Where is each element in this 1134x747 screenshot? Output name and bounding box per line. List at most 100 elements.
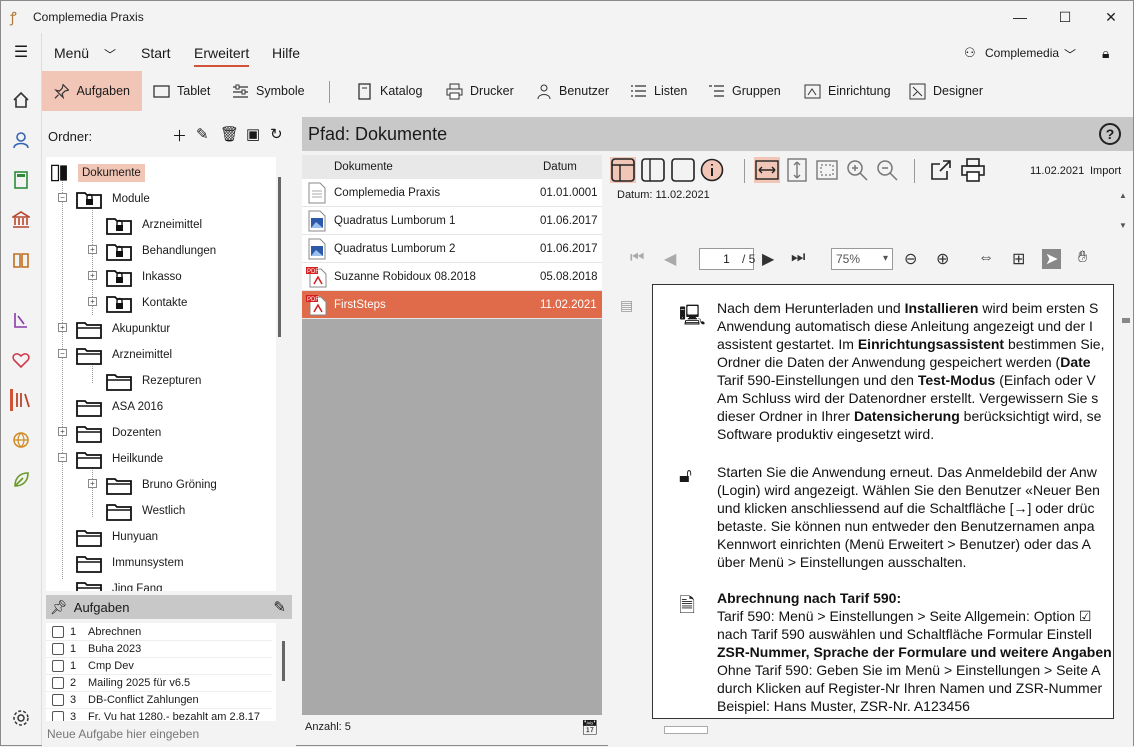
pdf-horizontal-scrollbar[interactable] <box>652 723 1114 737</box>
tree-node-dozenten[interactable]: Dozenten <box>76 423 165 443</box>
list-item[interactable]: 1 Abrechnen <box>46 624 272 641</box>
table-row[interactable]: PDF Suzanne Robidoux 08.2018 05.08.2018 <box>302 263 602 291</box>
listen-button[interactable]: Listen <box>630 71 687 111</box>
table-row[interactable]: Quadratus Lumborum 2 01.06.2017 <box>302 235 602 263</box>
task-checkbox[interactable] <box>52 660 64 672</box>
table-row[interactable]: Complemedia Praxis 01.01.0001 <box>302 179 602 207</box>
tree-node-arzneimittel[interactable]: Arzneimittel <box>76 345 176 365</box>
tree-node-dokumente[interactable]: Dokumente <box>50 163 145 183</box>
fit-width-icon[interactable] <box>754 157 780 183</box>
tree-node-hunyuan[interactable]: Hunyuan <box>76 527 162 547</box>
tree-node-module[interactable]: Module <box>76 189 154 209</box>
info-icon[interactable] <box>699 157 725 183</box>
collapse-toggle[interactable]: − <box>58 349 67 358</box>
fit-height-icon[interactable] <box>784 157 810 183</box>
expand-toggle[interactable]: + <box>88 297 97 306</box>
menu-menue[interactable]: Menü <box>54 45 89 61</box>
task-checkbox[interactable] <box>52 626 64 638</box>
collapse-toggle[interactable]: − <box>58 193 67 202</box>
tree-node-arzneimittel-module[interactable]: Arzneimittel <box>106 215 206 235</box>
collapse-toggle[interactable]: − <box>58 453 67 462</box>
zoom-in-circle-icon[interactable]: ⊕ <box>936 249 949 269</box>
list-item[interactable]: 2 Mailing 2025 für v6.5 <box>46 675 272 692</box>
settings-gear-icon[interactable] <box>10 707 32 729</box>
einrichtung-button[interactable]: Einrichtung <box>804 71 891 111</box>
home-icon[interactable] <box>10 89 32 111</box>
tree-node-westlich[interactable]: Westlich <box>106 501 189 521</box>
table-row[interactable]: Quadratus Lumborum 1 01.06.2017 <box>302 207 602 235</box>
refresh-icon[interactable]: ↻ <box>270 125 283 143</box>
tablet-button[interactable]: Tablet <box>153 71 210 111</box>
leaf-icon[interactable] <box>10 469 32 491</box>
tree-node-heilkunde[interactable]: Heilkunde <box>76 449 167 469</box>
zoom-select[interactable]: 75% ▾ <box>831 248 893 270</box>
gruppen-button[interactable]: Gruppen <box>708 71 781 111</box>
tree-node-kontakte[interactable]: Kontakte <box>106 293 191 313</box>
task-checkbox[interactable] <box>52 711 64 721</box>
task-scrollbar[interactable] <box>282 641 285 681</box>
symbole-button[interactable]: Symbole <box>232 71 305 111</box>
hamburger-menu-icon[interactable]: ☰ <box>10 41 32 63</box>
print-icon[interactable] <box>960 157 986 183</box>
remedy-icon[interactable] <box>10 309 32 331</box>
column-header-date[interactable]: Datum <box>543 161 577 173</box>
task-checkbox[interactable] <box>52 677 64 689</box>
heartbeat-icon[interactable] <box>10 349 32 371</box>
expand-toggle[interactable]: + <box>88 245 97 254</box>
expand-toggle[interactable]: + <box>58 427 67 436</box>
layout-split-icon[interactable] <box>610 157 636 183</box>
new-task-input[interactable]: Neue Aufgabe hier eingeben <box>47 727 199 741</box>
designer-button[interactable]: Designer <box>909 71 983 111</box>
calculator-icon[interactable] <box>10 169 32 191</box>
maximize-button[interactable]: ☐ <box>1042 1 1088 33</box>
open-external-icon[interactable] <box>928 157 954 183</box>
list-item[interactable]: 3 Fr. Vu hat 1280.- bezahlt am 2.8.17 <box>46 709 272 721</box>
fit-page-icon[interactable]: ⊞ <box>1012 249 1025 269</box>
help-icon[interactable]: ? <box>1099 123 1121 145</box>
menu-start[interactable]: Start <box>141 45 171 61</box>
benutzer-button[interactable]: Benutzer <box>535 71 609 111</box>
tree-node-immunsystem[interactable]: Immunsystem <box>76 553 188 573</box>
user-chevron-icon[interactable]: ﹀ <box>1064 46 1076 63</box>
tree-node-akupunktur[interactable]: Akupunktur <box>76 319 174 339</box>
scroll-up-icon[interactable]: ▲ <box>1119 191 1127 200</box>
task-checkbox[interactable] <box>52 643 64 655</box>
user-menu[interactable]: Complemedia <box>985 46 1059 60</box>
add-folder-icon[interactable]: ＋ <box>172 125 187 146</box>
zoom-in-icon[interactable] <box>844 157 870 183</box>
tree-node-asa-2016[interactable]: ASA 2016 <box>76 397 167 417</box>
katalog-button[interactable]: Katalog <box>356 71 422 111</box>
close-button[interactable]: ✕ <box>1088 1 1134 33</box>
trash-icon[interactable]: 🗑︎ <box>220 125 239 143</box>
expand-toggle[interactable]: + <box>88 479 97 488</box>
tree-node-inkasso[interactable]: Inkasso <box>106 267 186 287</box>
tree-node-bruno-groening[interactable]: Bruno Gröning <box>106 475 221 495</box>
edit-pencil-icon[interactable]: ✎ <box>273 598 286 616</box>
pan-hand-icon[interactable]: ✋︎ <box>1078 249 1087 267</box>
scroll-down-icon[interactable]: ▼ <box>1119 221 1127 230</box>
drucker-button[interactable]: Drucker <box>446 71 514 111</box>
table-row-selected[interactable]: PDF FirstSteps 11.02.2021 <box>302 291 602 319</box>
select-cursor-icon[interactable]: ➤ <box>1042 249 1062 269</box>
globe-icon[interactable] <box>10 429 32 451</box>
expand-toggle[interactable]: + <box>88 271 97 280</box>
pin-icon[interactable]: 📌︎ <box>50 599 68 616</box>
tree-node-behandlungen[interactable]: Behandlungen <box>106 241 220 261</box>
drive-icon[interactable]: ▣ <box>246 125 260 143</box>
zoom-out-circle-icon[interactable]: ⊖ <box>904 249 917 269</box>
task-checkbox[interactable] <box>52 694 64 706</box>
import-button[interactable]: Import <box>1090 165 1121 177</box>
first-page-icon[interactable]: ⏮ <box>630 249 644 267</box>
menu-hilfe[interactable]: Hilfe <box>272 45 300 61</box>
bank-icon[interactable] <box>10 209 32 231</box>
layout-single-icon[interactable] <box>670 157 696 183</box>
fit-width-icon[interactable]: ⇔ <box>978 249 994 267</box>
last-page-icon[interactable]: ⏭ <box>791 249 805 267</box>
minimize-button[interactable]: — <box>997 1 1043 33</box>
edit-pencil-icon[interactable]: ✎ <box>196 125 209 143</box>
book-icon[interactable] <box>10 249 32 271</box>
lock-icon[interactable]: 🔒︎ <box>1102 45 1109 62</box>
patients-icon[interactable] <box>10 129 32 151</box>
tree-node-jing-fang[interactable]: Jing Fang <box>76 579 167 591</box>
tree-scrollbar[interactable] <box>278 177 281 337</box>
